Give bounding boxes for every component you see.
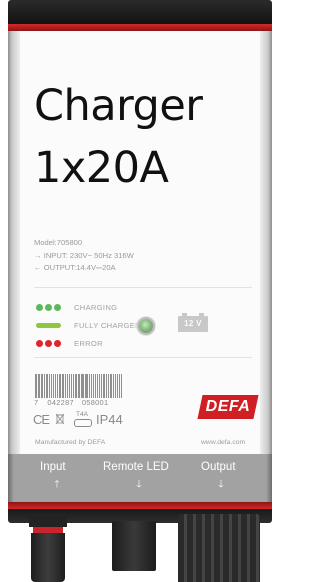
remote-led-connector <box>112 521 156 571</box>
ip-rating: IP44 <box>96 412 123 427</box>
battery-icon: 12 V <box>178 313 208 332</box>
website-text: www.defa.com <box>201 439 246 446</box>
barcode-group1: 042287 <box>47 398 74 407</box>
fuse-rating: T4A <box>76 411 88 418</box>
port-label-output: Output <box>201 461 236 473</box>
indicator-label: FULLY CHARGED <box>74 321 141 330</box>
error-led-icon <box>54 340 61 347</box>
charger-device: Charger 1x20A Model:705800 → INPUT: 230V… <box>0 0 280 582</box>
arrow-down-icon: 🡓 <box>136 479 142 490</box>
brand-name: DEFA <box>205 398 251 415</box>
bottom-red-trim <box>8 502 272 509</box>
indicator-label: CHARGING <box>74 303 118 312</box>
model-number: Model:705800 <box>34 238 83 247</box>
charging-led-icon <box>36 304 43 311</box>
port-label-remote-led: Remote LED <box>103 461 169 473</box>
barcode-lead-digit: 7 <box>34 398 39 407</box>
charging-led-icon <box>45 304 52 311</box>
battery-voltage: 12 V <box>184 319 202 328</box>
arrow-down-icon: 🡓 <box>218 479 224 490</box>
product-title-line2: 1x20A <box>34 143 169 193</box>
manufacturer-text: Manufactured by DEFA <box>35 439 106 446</box>
output-rating: ← OUTPUT:14.4V⎓20A <box>34 263 116 272</box>
barcode-group2: 058001 <box>81 398 109 407</box>
weee-bin-icon <box>55 413 65 425</box>
output-cable-gland <box>178 514 260 582</box>
barcode-number: 7 042287 058001 <box>34 398 108 407</box>
divider <box>34 287 252 288</box>
top-end-cap <box>8 0 272 24</box>
product-title-line1: Charger <box>34 81 203 131</box>
input-cable-gland <box>25 513 71 582</box>
status-led-icon <box>139 319 153 333</box>
fuse-icon <box>74 419 92 427</box>
divider <box>34 357 252 358</box>
arrow-up-icon: 🡑 <box>54 479 60 490</box>
fully-charged-led-icon <box>36 323 61 328</box>
indicator-label: ERROR <box>74 339 103 348</box>
error-led-icon <box>36 340 43 347</box>
charging-led-icon <box>54 304 61 311</box>
barcode-icon <box>35 374 123 398</box>
ce-mark: CE <box>33 412 50 427</box>
input-rating: → INPUT: 230V~ 50Hz 316W <box>34 251 134 260</box>
port-label-input: Input <box>40 461 66 473</box>
error-led-icon <box>45 340 52 347</box>
top-red-trim <box>8 24 272 31</box>
